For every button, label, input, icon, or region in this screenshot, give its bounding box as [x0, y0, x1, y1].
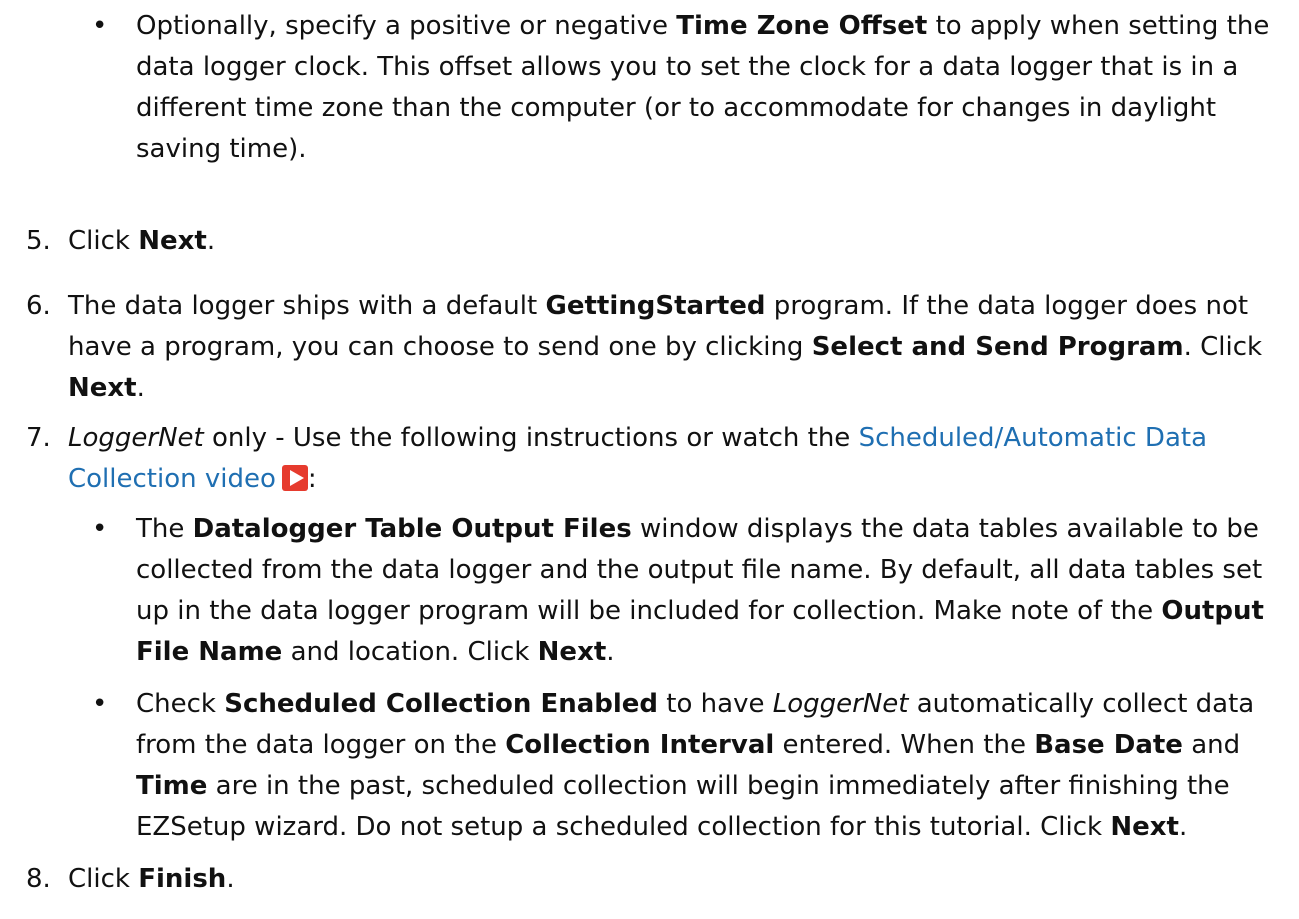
bullet-text: Optionally, specify a positive or negati… — [136, 11, 1270, 164]
play-video-icon[interactable] — [281, 465, 308, 491]
document-page: • Optionally, specify a positive or nega… — [0, 0, 1299, 919]
bullet-datalogger-table-output-files: • The Datalogger Table Output Files wind… — [92, 509, 1282, 673]
bullet-text: The Datalogger Table Output Files window… — [136, 514, 1264, 667]
step-6: 6. The data logger ships with a default … — [26, 291, 1263, 403]
step-8: 8. Click Finish. — [26, 864, 235, 894]
step-7: 7. LoggerNet only - Use the following in… — [26, 423, 1208, 494]
bullet-dot: • — [92, 514, 108, 544]
bullet-scheduled-collection: • Check Scheduled Collection Enabled to … — [92, 684, 1282, 848]
bullet-time-zone-offset: • Optionally, specify a positive or nega… — [92, 6, 1282, 170]
bullet-dot: • — [92, 11, 108, 41]
bullet-dot: • — [92, 689, 108, 719]
step-5: 5. Click Next. — [26, 226, 216, 256]
bullet-text: Check Scheduled Collection Enabled to ha… — [136, 689, 1255, 842]
